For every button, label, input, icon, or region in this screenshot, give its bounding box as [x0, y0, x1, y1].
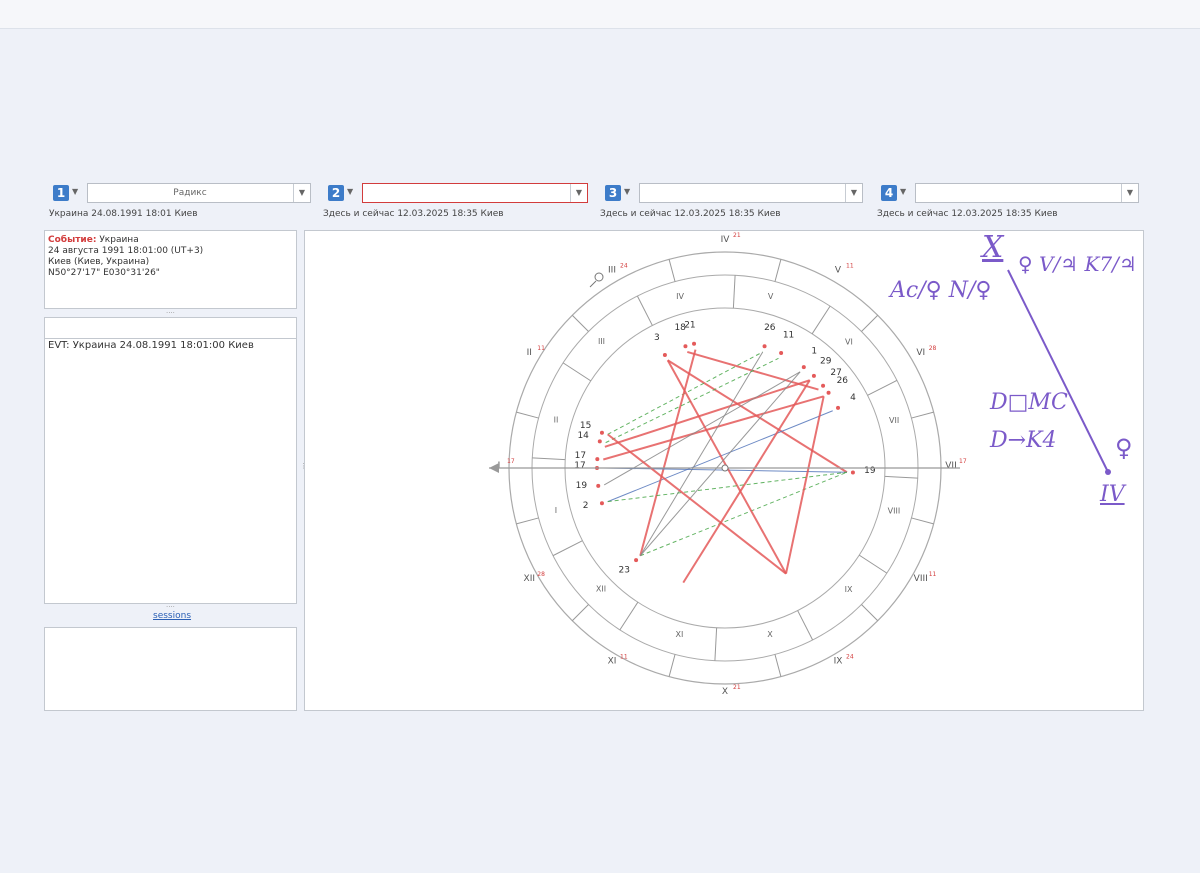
handwriting-dot [1105, 469, 1111, 475]
handwriting-line [1007, 269, 1109, 473]
handwriting-stroke [1007, 269, 1111, 475]
